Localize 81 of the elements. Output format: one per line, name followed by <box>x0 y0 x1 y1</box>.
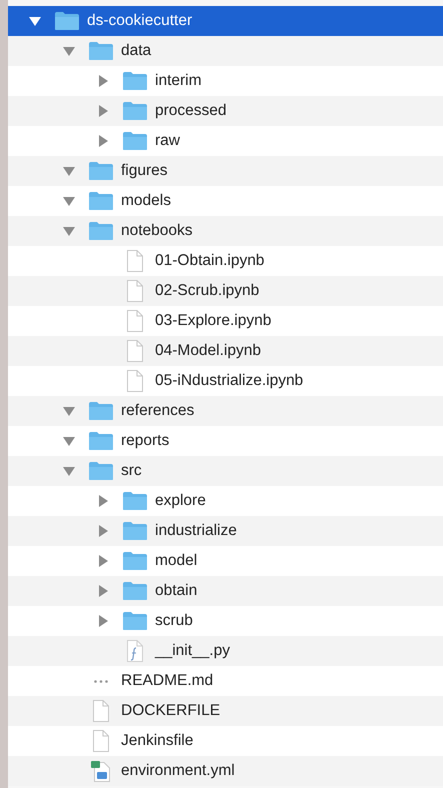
caret-right-icon[interactable] <box>96 75 110 87</box>
document-icon <box>126 309 144 333</box>
item-name: data <box>121 42 152 60</box>
caret-down-icon[interactable] <box>62 405 76 417</box>
folder-icon <box>122 131 148 151</box>
item-name: figures <box>121 162 168 180</box>
folder-icon <box>88 41 114 61</box>
item-name: DOCKERFILE <box>121 702 220 720</box>
tree-row[interactable]: models <box>8 186 443 216</box>
folder-icon <box>122 521 148 541</box>
document-icon <box>126 249 144 273</box>
tree-row[interactable]: 03-Explore.ipynb <box>8 306 443 336</box>
folder-icon <box>122 491 148 511</box>
folder-icon <box>88 461 114 481</box>
item-name: 03-Explore.ipynb <box>155 312 272 330</box>
tree-row[interactable]: interim <box>8 66 443 96</box>
item-name: Jenkinsfile <box>121 732 194 750</box>
document-icon <box>126 369 144 393</box>
item-name: __init__.py <box>155 642 230 660</box>
folder-icon <box>88 431 114 451</box>
caret-right-icon[interactable] <box>96 135 110 147</box>
item-name: model <box>155 552 198 570</box>
script-file-icon <box>126 639 144 663</box>
tree-row[interactable]: raw <box>8 126 443 156</box>
caret-right-icon[interactable] <box>96 615 110 627</box>
folder-icon <box>122 101 148 121</box>
caret-right-icon[interactable] <box>96 495 110 507</box>
config-file-icon <box>90 759 112 783</box>
folder-icon <box>122 551 148 571</box>
caret-right-icon[interactable] <box>96 585 110 597</box>
tree-row[interactable]: ds-cookiecutter <box>8 6 443 36</box>
item-name: 02-Scrub.ipynb <box>155 282 260 300</box>
item-name: 05-iNdustrialize.ipynb <box>155 372 304 390</box>
caret-down-icon[interactable] <box>28 15 42 27</box>
folder-icon <box>122 611 148 631</box>
tree-row[interactable]: 05-iNdustrialize.ipynb <box>8 366 443 396</box>
tree-row[interactable]: Jenkinsfile <box>8 726 443 756</box>
caret-down-icon[interactable] <box>62 225 76 237</box>
tree-row[interactable]: scrub <box>8 606 443 636</box>
dots-icon <box>94 680 108 682</box>
caret-down-icon[interactable] <box>62 165 76 177</box>
folder-icon <box>88 221 114 241</box>
caret-right-icon[interactable] <box>96 555 110 567</box>
tree-row[interactable]: README.md <box>8 666 443 696</box>
caret-down-icon[interactable] <box>62 45 76 57</box>
tree-row[interactable]: explore <box>8 486 443 516</box>
item-name: references <box>121 402 194 420</box>
item-name: models <box>121 192 171 210</box>
item-name: interim <box>155 72 202 90</box>
tree-row[interactable]: reports <box>8 426 443 456</box>
document-icon <box>92 729 110 753</box>
folder-icon <box>88 191 114 211</box>
item-name: scrub <box>155 612 193 630</box>
folder-icon <box>88 401 114 421</box>
item-name: raw <box>155 132 180 150</box>
item-name: environment.yml <box>121 762 235 780</box>
document-icon <box>92 699 110 723</box>
folder-icon <box>122 581 148 601</box>
folder-icon <box>88 161 114 181</box>
item-name: 04-Model.ipynb <box>155 342 261 360</box>
folder-icon <box>122 71 148 91</box>
document-icon <box>126 279 144 303</box>
caret-right-icon[interactable] <box>96 525 110 537</box>
caret-down-icon[interactable] <box>62 195 76 207</box>
item-name: README.md <box>121 672 214 690</box>
item-name: industrialize <box>155 522 237 540</box>
document-icon <box>126 339 144 363</box>
caret-down-icon[interactable] <box>62 435 76 447</box>
item-name: ds-cookiecutter <box>87 12 192 30</box>
tree-row[interactable]: 01-Obtain.ipynb <box>8 246 443 276</box>
caret-right-icon[interactable] <box>96 105 110 117</box>
caret-down-icon[interactable] <box>62 465 76 477</box>
item-name: reports <box>121 432 170 450</box>
item-name: processed <box>155 102 227 120</box>
tree-row[interactable]: model <box>8 546 443 576</box>
item-name: notebooks <box>121 222 193 240</box>
folder-icon <box>54 11 80 31</box>
item-name: explore <box>155 492 206 510</box>
item-name: src <box>121 462 142 480</box>
item-name: 01-Obtain.ipynb <box>155 252 264 270</box>
item-name: obtain <box>155 582 198 600</box>
